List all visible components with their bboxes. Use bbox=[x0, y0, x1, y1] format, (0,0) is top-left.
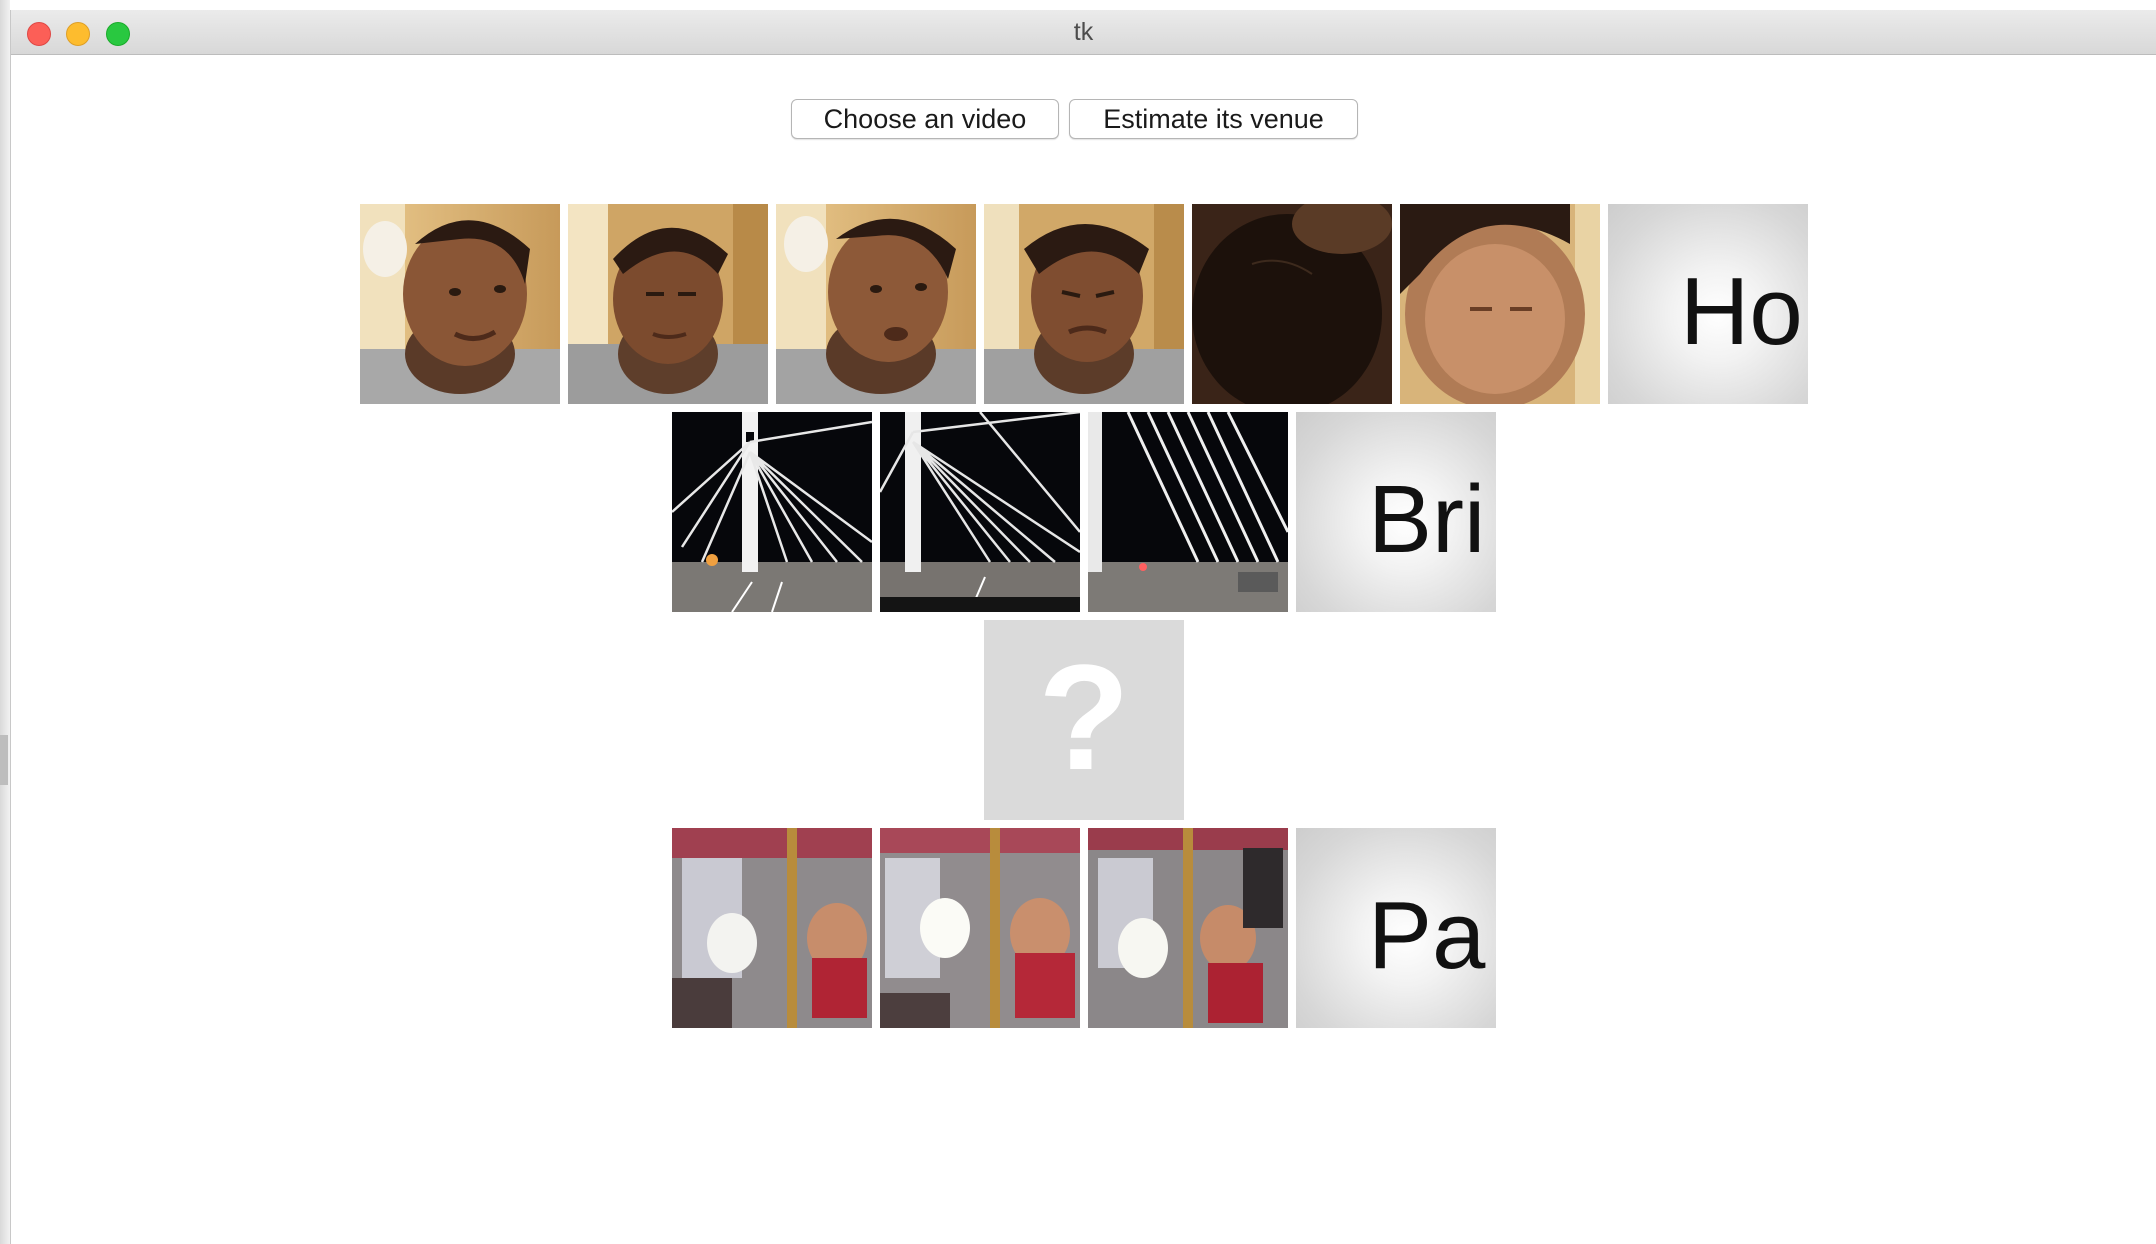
video-frame-thumbnail bbox=[984, 204, 1184, 404]
venue-label: Ho bbox=[1680, 258, 1803, 365]
question-mark-icon: ? bbox=[984, 620, 1184, 820]
window-title: tk bbox=[1073, 18, 1094, 46]
title-bar[interactable]: tk bbox=[11, 10, 2156, 55]
video-frame-thumbnail bbox=[1192, 204, 1392, 404]
video-frame-thumbnail bbox=[360, 204, 560, 404]
choose-video-button[interactable]: Choose an video bbox=[791, 99, 1059, 139]
video-frame-thumbnail bbox=[776, 204, 976, 404]
venue-label: Bri bbox=[1368, 466, 1486, 573]
video-frame-thumbnail bbox=[568, 204, 768, 404]
video-frame-thumbnail bbox=[880, 828, 1080, 1028]
video-frame-thumbnail bbox=[672, 828, 872, 1028]
video-frame-thumbnail bbox=[1088, 828, 1288, 1028]
video-frame-thumbnail bbox=[1400, 204, 1600, 404]
video-frame-thumbnail bbox=[880, 412, 1080, 612]
video-frame-thumbnail bbox=[672, 412, 872, 612]
venue-label: Pa bbox=[1368, 882, 1486, 989]
unknown-venue-label: ? bbox=[1038, 633, 1130, 801]
venue-label-tile: Ho bbox=[1608, 204, 1808, 404]
desktop-edge bbox=[0, 0, 10, 1244]
venue-label-tile: Bri bbox=[1296, 412, 1496, 612]
video-frame-thumbnail bbox=[1088, 412, 1288, 612]
estimate-venue-button[interactable]: Estimate its venue bbox=[1069, 99, 1358, 139]
dock-edge bbox=[0, 735, 8, 785]
venue-label-tile: Pa bbox=[1296, 828, 1496, 1028]
